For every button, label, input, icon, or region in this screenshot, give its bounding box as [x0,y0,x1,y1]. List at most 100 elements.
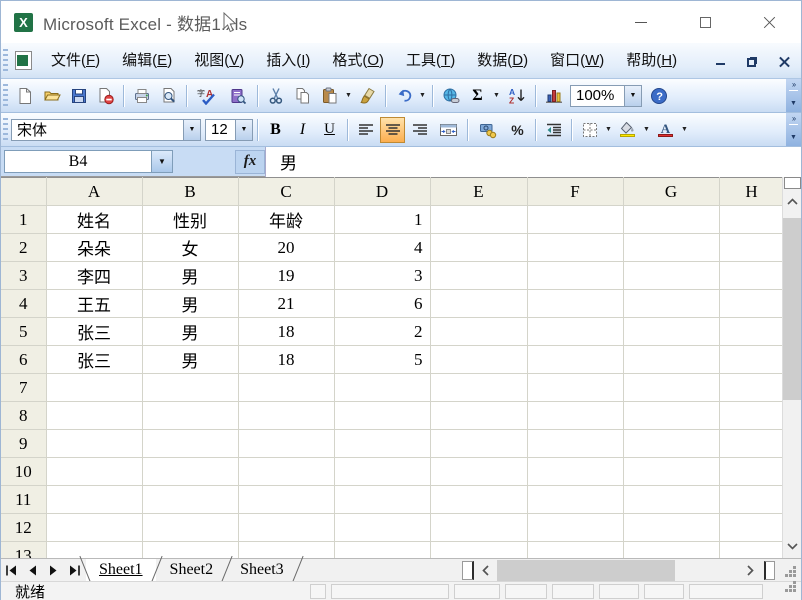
column-header-c[interactable]: C [238,178,334,206]
cell[interactable] [623,262,719,290]
cell-d5[interactable]: 2 [334,318,430,346]
cell-c6[interactable]: 18 [238,346,334,374]
menu-tools[interactable]: 工具(T) [395,48,466,74]
menu-view[interactable]: 视图(V) [183,48,255,74]
cell-c2[interactable]: 20 [238,234,334,262]
formula-input[interactable]: 男 [265,147,801,177]
cell[interactable] [527,542,623,559]
research-button[interactable] [223,83,252,109]
cell-d4[interactable]: 6 [334,290,430,318]
percent-style-button[interactable]: % [505,117,530,143]
toolbar-options-button[interactable]: ›› [786,79,801,112]
column-header-e[interactable]: E [430,178,527,206]
cell[interactable] [719,430,784,458]
row-header-1[interactable]: 1 [1,206,46,234]
cell[interactable] [527,290,623,318]
cell[interactable] [623,346,719,374]
toolbar-options-button[interactable]: ›› [786,113,801,146]
cell[interactable] [719,486,784,514]
cell[interactable] [142,514,238,542]
window-resize-grip[interactable] [785,580,797,598]
cell[interactable] [527,318,623,346]
cell-b3[interactable]: 男 [142,262,238,290]
menu-file[interactable]: 文件(F) [40,48,111,74]
cell[interactable] [430,374,527,402]
cell[interactable] [430,430,527,458]
cell-c1[interactable]: 年龄 [238,206,334,234]
cell[interactable] [719,514,784,542]
row-header-8[interactable]: 8 [1,402,46,430]
cell[interactable] [142,374,238,402]
cell[interactable] [238,514,334,542]
cell[interactable] [430,346,527,374]
insert-function-button[interactable]: fx [235,150,265,174]
cell[interactable] [430,402,527,430]
cell-d2[interactable]: 4 [334,234,430,262]
scroll-up-button[interactable] [783,190,801,213]
column-header-a[interactable]: A [46,178,142,206]
currency-style-button[interactable] [473,117,503,143]
cell[interactable] [719,542,784,559]
copy-button[interactable] [290,83,315,109]
zoom-dropdown[interactable] [624,86,641,106]
cell[interactable] [527,514,623,542]
font-name-combobox[interactable]: 宋体 [11,119,201,141]
borders-dropdown[interactable] [603,117,614,143]
undo-dropdown[interactable] [417,83,428,109]
row-header-5[interactable]: 5 [1,318,46,346]
row-header-10[interactable]: 10 [1,458,46,486]
bold-button[interactable]: B [263,117,288,143]
cell[interactable] [623,318,719,346]
cell[interactable] [623,374,719,402]
column-header-h[interactable]: H [719,178,784,206]
cell[interactable] [142,542,238,559]
cell[interactable] [623,514,719,542]
sheet-tab-1[interactable]: Sheet1 [86,559,156,581]
horizontal-scrollbar[interactable] [474,560,762,581]
scroll-right-button[interactable] [739,560,762,581]
resize-grip[interactable] [775,560,801,581]
spelling-button[interactable]: 字A [192,83,221,109]
merge-center-button[interactable] [434,117,462,143]
cell-d1[interactable]: 1 [334,206,430,234]
row-header-12[interactable]: 12 [1,514,46,542]
first-sheet-button[interactable] [1,560,22,581]
menu-format[interactable]: 格式(O) [321,48,395,74]
cell-a5[interactable]: 张三 [46,318,142,346]
cell[interactable] [46,514,142,542]
cell[interactable] [430,542,527,559]
row-header-3[interactable]: 3 [1,262,46,290]
help-button[interactable]: ? [646,83,671,109]
cell[interactable] [430,262,527,290]
cell[interactable] [527,486,623,514]
font-name-dropdown[interactable] [183,120,200,140]
menu-edit[interactable]: 编辑(E) [111,48,183,74]
sheet-tab-2[interactable]: Sheet2 [157,559,227,581]
cell[interactable] [527,374,623,402]
font-color-dropdown[interactable] [679,117,690,143]
row-header-13[interactable]: 13 [1,542,46,559]
cell[interactable] [334,542,430,559]
align-right-button[interactable] [407,117,432,143]
cell[interactable] [719,402,784,430]
font-color-button[interactable]: A [653,117,678,143]
paste-dropdown[interactable] [343,83,354,109]
row-header-9[interactable]: 9 [1,430,46,458]
fill-color-button[interactable] [615,117,640,143]
cell[interactable] [334,486,430,514]
chart-wizard-button[interactable] [541,83,566,109]
open-button[interactable] [39,83,64,109]
cell[interactable] [527,458,623,486]
save-button[interactable] [66,83,91,109]
scroll-down-button[interactable] [783,535,801,558]
scroll-left-button[interactable] [474,560,497,581]
cell[interactable] [719,290,784,318]
cell[interactable] [142,486,238,514]
sheet-tab-3[interactable]: Sheet3 [227,559,297,581]
menu-window[interactable]: 窗口(W) [539,48,615,74]
cell[interactable] [719,458,784,486]
cell[interactable] [527,346,623,374]
cell[interactable] [334,374,430,402]
cell[interactable] [527,262,623,290]
font-size-combobox[interactable]: 12 [205,119,253,141]
